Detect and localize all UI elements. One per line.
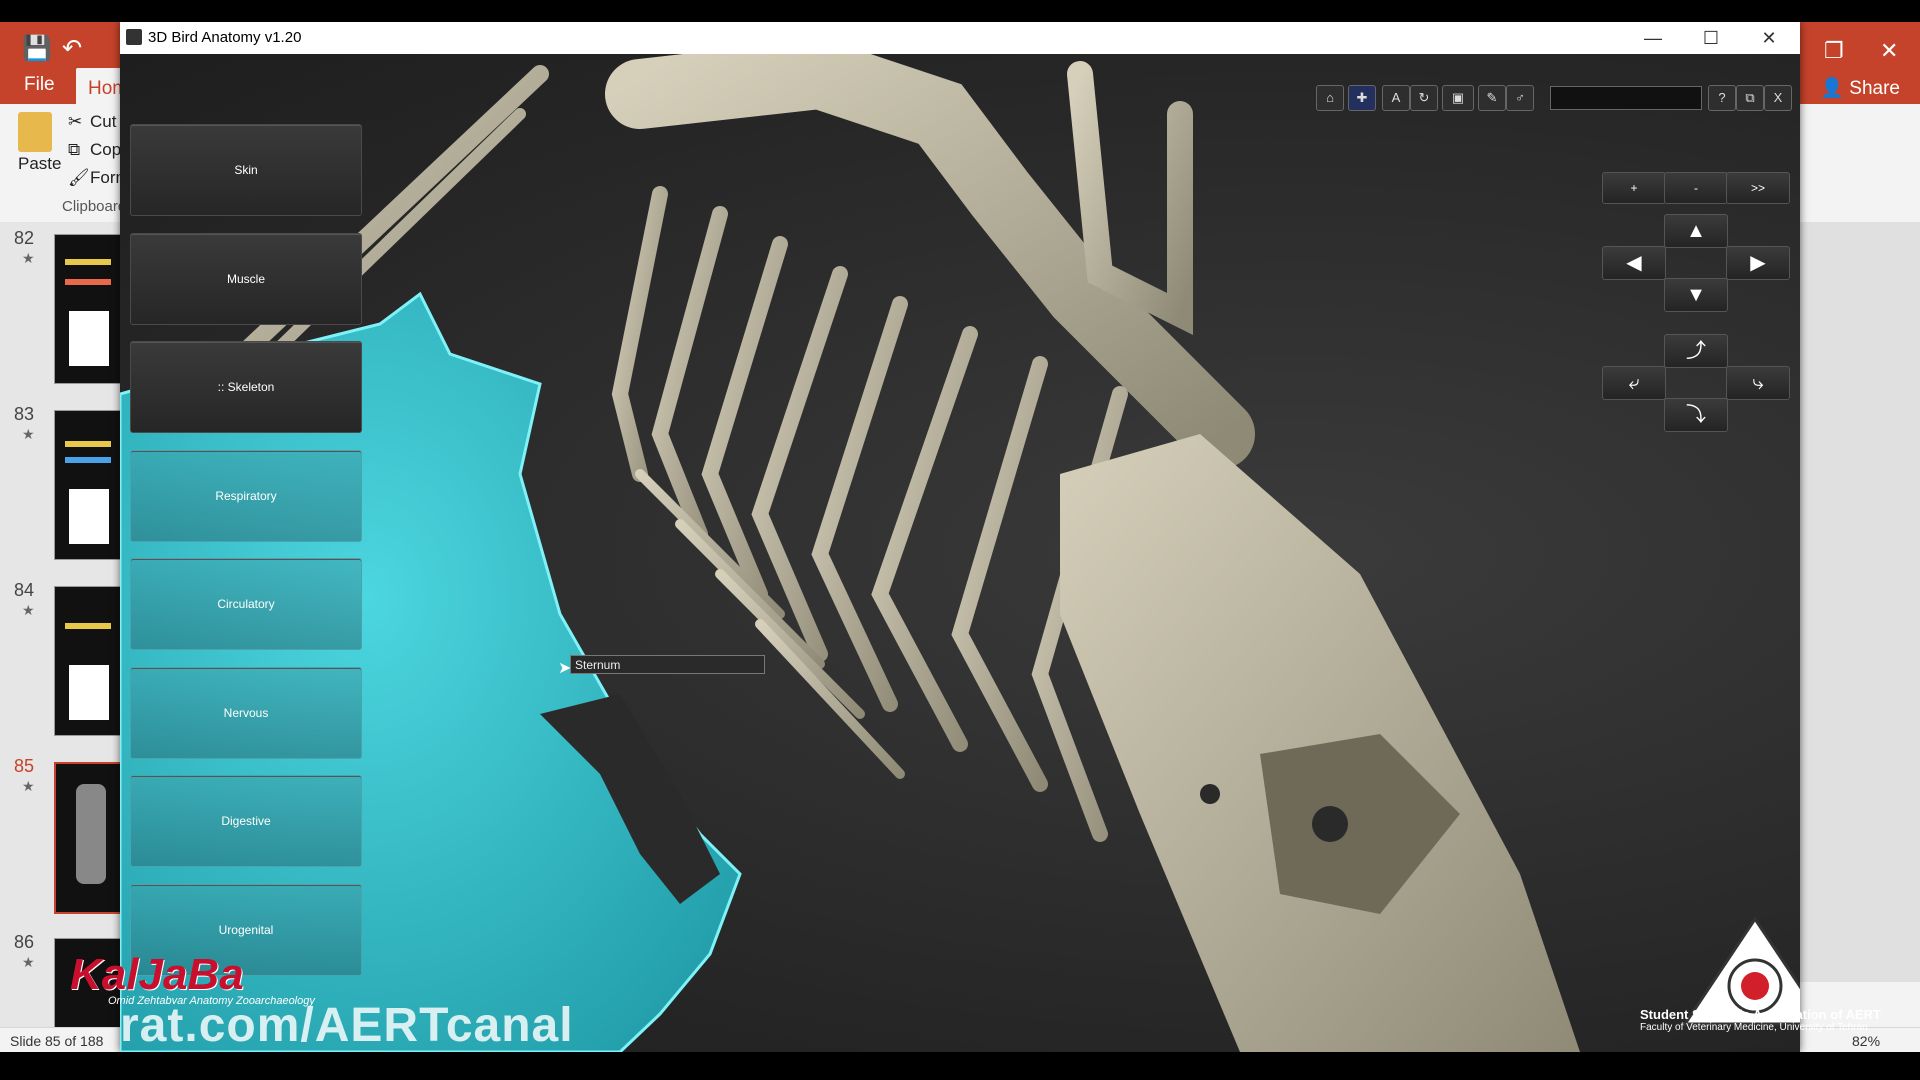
zoom-out-button[interactable]: - (1664, 172, 1728, 204)
close-icon[interactable]: ✕ (1880, 38, 1898, 64)
structure-tooltip: Sternum (570, 655, 765, 674)
app-title: 3D Bird Anatomy v1.20 (148, 29, 302, 46)
slide-counter: Slide 85 of 188 (10, 1033, 104, 1049)
slide-thumbnail[interactable] (54, 410, 122, 560)
app-titlebar: 3D Bird Anatomy v1.20 — ☐ ✕ (120, 22, 1800, 55)
save-icon[interactable]: 💾 (22, 34, 52, 63)
gender-icon[interactable]: ♂ (1506, 85, 1534, 111)
slide-number: 84 (14, 580, 35, 600)
slide-thumbnail-active[interactable] (54, 762, 124, 914)
3d-viewport[interactable]: Skin Muscle :: Skeleton Respiratory Circ… (120, 54, 1800, 1052)
format-painter-icon: 🖌 (68, 168, 90, 187)
kaljaba-logo: KalJaBa (70, 950, 244, 999)
system-button-muscle[interactable]: Muscle (130, 233, 362, 325)
windowed-icon[interactable]: ⧉ (1736, 85, 1764, 111)
org-faculty: Faculty of Veterinary Medicine, Universi… (1640, 1022, 1868, 1033)
top-letterbox (0, 0, 1920, 22)
slide-thumbnail[interactable] (54, 586, 122, 736)
pan-up-icon[interactable]: ▲ (1664, 214, 1728, 248)
undo-icon[interactable]: ↶ (62, 34, 82, 63)
system-button-digestive[interactable]: Digestive (130, 775, 362, 867)
tab-file[interactable]: File (24, 74, 55, 96)
bottom-letterbox (0, 1052, 1920, 1080)
slide-star: ★ (22, 602, 35, 618)
slide-number-active: 85 (14, 756, 35, 776)
help-button[interactable]: ? (1708, 85, 1736, 111)
cut-icon: ✂ (68, 112, 83, 131)
rotate-down-icon[interactable]: ⤵ (1664, 398, 1728, 432)
window-close-icon[interactable]: ✕ (1746, 24, 1792, 52)
skeleton-scene[interactable] (120, 54, 1800, 1052)
language-flag-icon[interactable]: ✚ (1348, 85, 1376, 111)
cut-button[interactable]: Cut (90, 112, 116, 132)
share-label: Share (1849, 78, 1900, 99)
system-button-skeleton[interactable]: :: Skeleton (130, 341, 362, 433)
pan-down-icon[interactable]: ▼ (1664, 278, 1728, 312)
org-name: Student Scientific Association of AERT (1640, 1007, 1882, 1022)
share-button[interactable]: 👤 Share (1820, 76, 1900, 100)
slide-thumbnail[interactable] (54, 234, 122, 384)
pan-right-icon[interactable]: ▶ (1726, 246, 1790, 280)
app-logo-icon (126, 29, 142, 45)
exit-button[interactable]: X (1764, 85, 1792, 111)
system-button-nervous[interactable]: Nervous (130, 667, 362, 759)
search-input[interactable] (1550, 86, 1702, 110)
slide-star: ★ (22, 250, 35, 266)
rotate-icon[interactable]: ↻ (1410, 85, 1438, 111)
rotate-left-icon[interactable]: ⤶ (1602, 366, 1666, 400)
slide-canvas (1800, 222, 1920, 982)
clipboard-group-label: Clipboard (62, 198, 127, 215)
screenshot-icon[interactable]: ▣ (1442, 85, 1474, 111)
tab-home[interactable]: Hom (76, 68, 128, 104)
system-button-skin[interactable]: Skin (130, 124, 362, 216)
zoom-in-button[interactable]: + (1602, 172, 1666, 204)
font-icon[interactable]: A (1382, 85, 1410, 111)
system-button-respiratory[interactable]: Respiratory (130, 450, 362, 542)
anatomy-app-window: 3D Bird Anatomy v1.20 — ☐ ✕ Skin Muscle … (120, 22, 1800, 1052)
rotate-right-icon[interactable]: ⤷ (1726, 366, 1790, 400)
person-icon: 👤 (1820, 78, 1845, 99)
slide-number: 82 (14, 228, 35, 248)
next-button[interactable]: >> (1726, 172, 1790, 204)
copy-icon: ⧉ (68, 140, 81, 159)
screen: 💾 ↶ ❐ ✕ File Hom 👤 Share Paste ✂ Cut ⧉ C… (0, 0, 1920, 1080)
slide-number: 86 (14, 932, 35, 952)
system-button-circulatory[interactable]: Circulatory (130, 558, 362, 650)
minimize-icon[interactable]: — (1630, 24, 1676, 52)
slide-thumbnail-pane: 82 ★ 83 ★ 84 ★ 85 ★ 86 ★ (0, 222, 124, 1030)
channel-watermark: rat.com/AERTcanal (120, 999, 574, 1052)
bird-icon[interactable]: ✎ (1478, 85, 1506, 111)
restore-icon[interactable]: ❐ (1824, 38, 1844, 64)
slide-star: ★ (22, 954, 35, 970)
zoom-level[interactable]: 82% (1852, 1033, 1880, 1049)
rotate-up-icon[interactable]: ⤴ (1664, 334, 1728, 368)
home-icon[interactable]: ⌂ (1316, 85, 1344, 111)
slide-star: ★ (22, 426, 35, 442)
paste-icon[interactable] (18, 112, 52, 152)
pan-left-icon[interactable]: ◀ (1602, 246, 1666, 280)
paste-button[interactable]: Paste (18, 154, 61, 174)
slide-number: 83 (14, 404, 35, 424)
maximize-icon[interactable]: ☐ (1688, 24, 1734, 52)
slide-star: ★ (22, 778, 35, 794)
